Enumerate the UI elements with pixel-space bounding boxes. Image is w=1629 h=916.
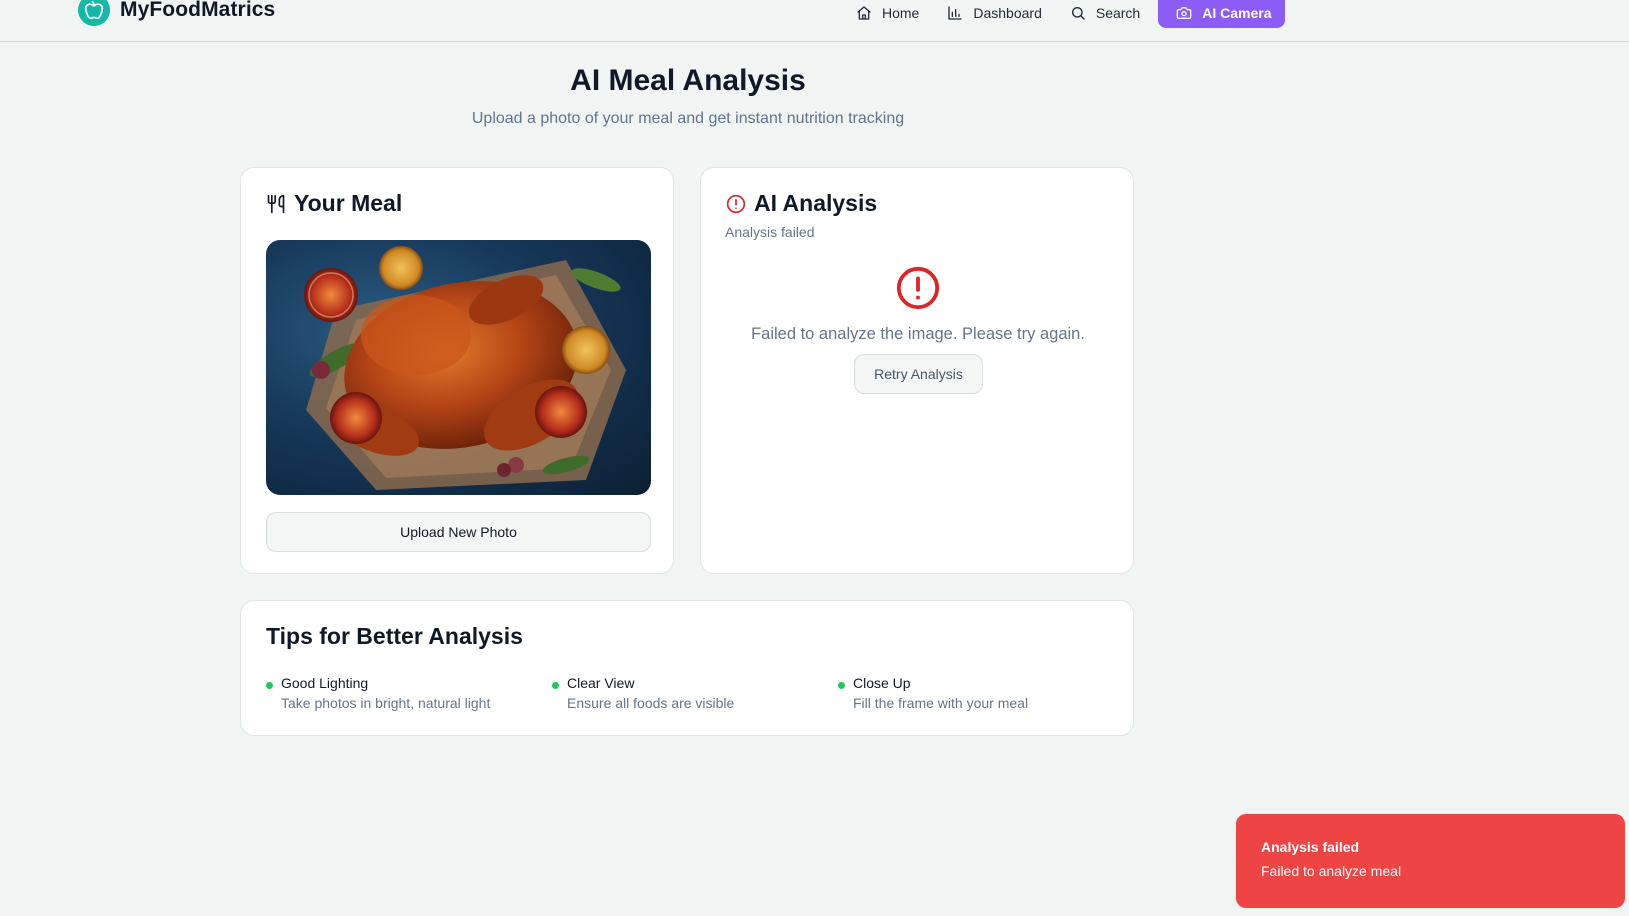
meal-card-title: Your Meal — [294, 190, 403, 216]
tips-card: Tips for Better Analysis Good Lighting T… — [240, 600, 1134, 736]
error-message: Failed to analyze the image. Please try … — [751, 325, 1085, 343]
tip-label: Close Up — [853, 675, 911, 691]
toast-title: Analysis failed — [1261, 839, 1360, 855]
nav-ai-camera-label: AI Camera — [1202, 5, 1272, 21]
tip-description: Fill the frame with your meal — [853, 695, 1029, 711]
meal-photo — [266, 240, 651, 495]
page-subtitle: Upload a photo of your meal and get inst… — [471, 110, 905, 127]
ai-card-header: AI Analysis — [726, 190, 877, 217]
meal-card-header: Your Meal — [266, 190, 402, 217]
meal-card: Your Meal Upload New Photo — [240, 167, 674, 574]
tip-bullet-icon — [266, 682, 273, 689]
error-toast[interactable]: Analysis failed Failed to analyze meal — [1236, 814, 1625, 908]
nav-search[interactable]: Search — [1056, 0, 1154, 28]
top-navbar: MyFoodMatrics Home Dashboard Search AI C… — [0, 0, 1629, 42]
search-icon — [1071, 6, 1085, 20]
toast-description: Failed to analyze meal — [1261, 863, 1402, 879]
tip-label: Good Lighting — [281, 675, 369, 691]
analysis-status: Analysis failed — [725, 224, 815, 240]
brand-name: MyFoodMatrics — [120, 0, 276, 21]
utensils-icon — [267, 194, 285, 213]
nav-dashboard[interactable]: Dashboard — [933, 0, 1056, 28]
brand[interactable]: MyFoodMatrics — [78, 0, 275, 26]
ai-card-title: AI Analysis — [754, 190, 878, 216]
main-nav: Home Dashboard Search AI Camera — [842, 0, 1286, 28]
tip-description: Ensure all foods are visible — [567, 695, 735, 711]
home-icon — [857, 6, 871, 20]
retry-analysis-button[interactable]: Retry Analysis — [854, 354, 983, 394]
tips-title: Tips for Better Analysis — [266, 623, 523, 649]
tip-description: Take photos in bright, natural light — [281, 695, 491, 711]
nav-dashboard-label: Dashboard — [973, 5, 1042, 21]
nav-home-label: Home — [882, 5, 920, 21]
tip-label: Clear View — [567, 675, 635, 691]
tip-bullet-icon — [552, 682, 559, 689]
upload-new-photo-button[interactable]: Upload New Photo — [266, 512, 651, 552]
nav-search-label: Search — [1095, 5, 1141, 21]
page-title: AI Meal Analysis — [570, 64, 806, 97]
apple-icon — [78, 0, 110, 26]
bar-chart-icon — [948, 6, 963, 20]
ai-analysis-card: AI Analysis Analysis failed Failed to an… — [700, 167, 1134, 574]
alert-circle-icon — [726, 194, 746, 213]
camera-icon — [1176, 6, 1192, 19]
nav-home[interactable]: Home — [842, 0, 933, 28]
nav-ai-camera[interactable]: AI Camera — [1158, 0, 1286, 28]
error-alert-icon — [896, 266, 940, 310]
tip-bullet-icon — [838, 682, 845, 689]
